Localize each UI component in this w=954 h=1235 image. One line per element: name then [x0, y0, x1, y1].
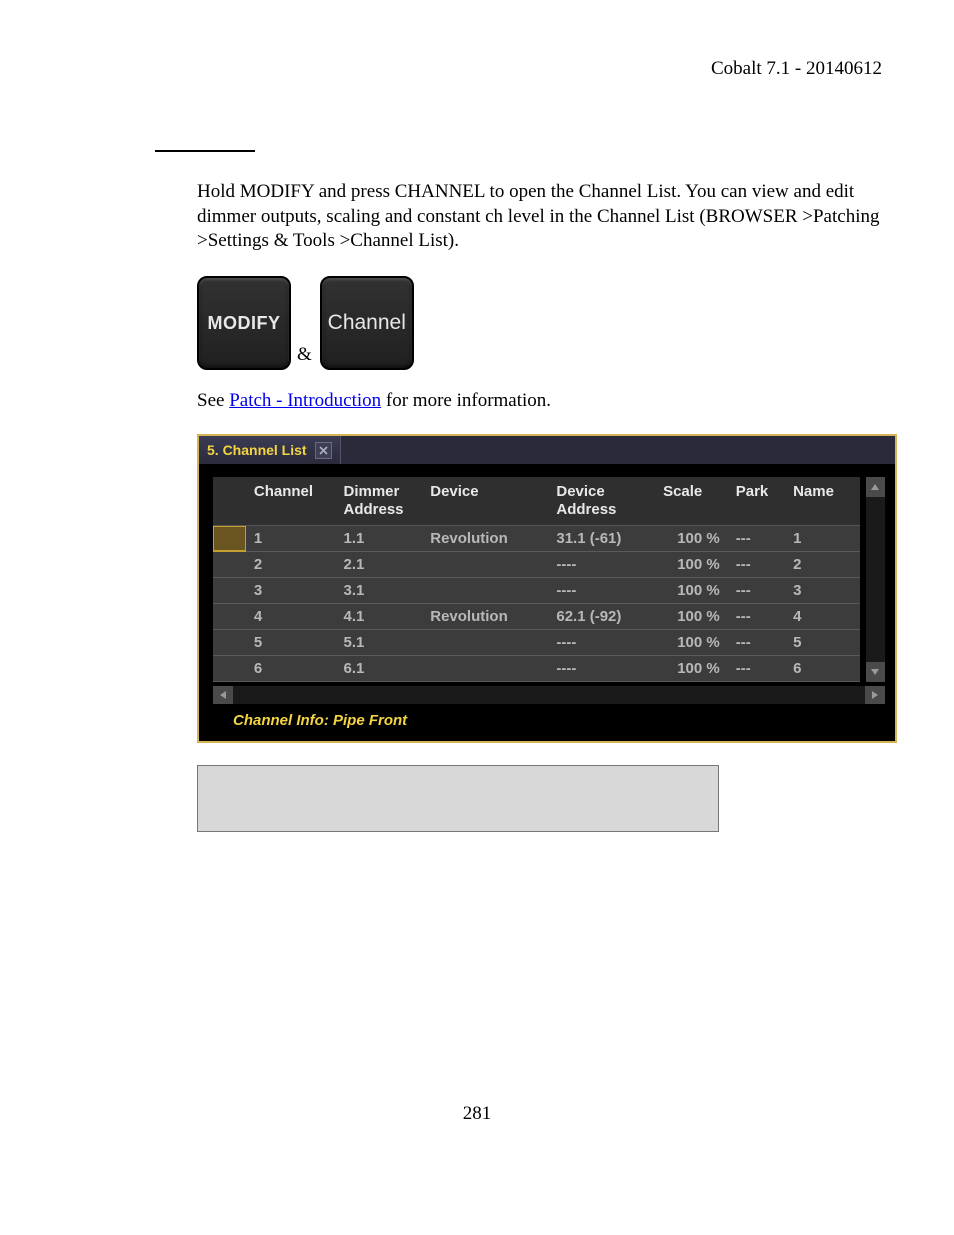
cell[interactable]: 6.1 — [336, 656, 423, 682]
cell[interactable]: 5 — [785, 630, 860, 656]
channel-key-label: Channel — [328, 311, 406, 335]
scroll-up-icon[interactable] — [866, 477, 885, 497]
cell[interactable]: 2.1 — [336, 552, 423, 578]
cell[interactable]: 4.1 — [336, 604, 423, 630]
cell[interactable]: 5 — [246, 630, 336, 656]
table-row[interactable]: 55.1----100 %---5 — [213, 630, 860, 656]
modify-key-label: MODIFY — [208, 313, 281, 334]
cell[interactable]: --- — [728, 552, 785, 578]
cell[interactable] — [213, 552, 246, 578]
table-row[interactable]: 22.1----100 %---2 — [213, 552, 860, 578]
cell[interactable] — [422, 552, 548, 578]
col-park[interactable]: Park — [728, 477, 785, 526]
cell[interactable] — [213, 604, 246, 630]
cell[interactable]: 4 — [785, 604, 860, 630]
doc-title: Cobalt 7.1 - 20140612 — [711, 58, 882, 79]
cell[interactable]: 100 % — [655, 526, 728, 552]
doc-header: Cobalt 7.1 - 20140612 — [72, 58, 882, 80]
vertical-scrollbar[interactable] — [866, 477, 885, 682]
cell[interactable]: Revolution — [422, 604, 548, 630]
cell[interactable]: ---- — [548, 552, 655, 578]
cell[interactable] — [213, 630, 246, 656]
cell[interactable]: 1 — [246, 526, 336, 552]
cell[interactable]: 1.1 — [336, 526, 423, 552]
scroll-left-icon[interactable] — [213, 686, 233, 704]
cell[interactable]: 6 — [785, 656, 860, 682]
cell[interactable]: ---- — [548, 578, 655, 604]
cell[interactable] — [422, 578, 548, 604]
cell[interactable]: --- — [728, 604, 785, 630]
patch-intro-link[interactable]: Patch - Introduction — [229, 390, 381, 411]
cell[interactable]: 62.1 (-92) — [548, 604, 655, 630]
modify-key: MODIFY — [197, 276, 291, 370]
see-prefix: See — [197, 390, 229, 411]
cell[interactable]: --- — [728, 656, 785, 682]
placeholder-box — [197, 765, 719, 832]
tab-title: 5. Channel List — [207, 442, 307, 458]
scroll-down-icon[interactable] — [866, 662, 885, 682]
scroll-right-icon[interactable] — [865, 686, 885, 704]
cell[interactable]: 3 — [246, 578, 336, 604]
col-scale[interactable]: Scale — [655, 477, 728, 526]
table-row[interactable]: 66.1----100 %---6 — [213, 656, 860, 682]
cell[interactable]: 2 — [246, 552, 336, 578]
table-header-row: Channel Dimmer Address Device Device Add… — [213, 477, 860, 526]
cell[interactable]: 3 — [785, 578, 860, 604]
cell[interactable]: ---- — [548, 630, 655, 656]
see-line: See Patch - Introduction for more inform… — [197, 390, 882, 412]
cell[interactable] — [422, 656, 548, 682]
cell[interactable]: 1 — [785, 526, 860, 552]
channel-list-panel: 5. Channel List Channel Dimmer Address — [197, 434, 897, 743]
channel-info-label: Channel Info: Pipe Front — [213, 704, 885, 731]
cell[interactable]: 5.1 — [336, 630, 423, 656]
cell[interactable]: 100 % — [655, 578, 728, 604]
col-dimmer[interactable]: Dimmer Address — [336, 477, 423, 526]
intro-paragraph: Hold MODIFY and press CHANNEL to open th… — [197, 180, 882, 254]
cell[interactable]: 6 — [246, 656, 336, 682]
cell[interactable]: 100 % — [655, 656, 728, 682]
channel-key: Channel — [320, 276, 414, 370]
page-number: 281 — [0, 1103, 954, 1125]
cell[interactable]: ---- — [548, 656, 655, 682]
panel-body: Channel Dimmer Address Device Device Add… — [199, 465, 895, 741]
panel-tab-bar: 5. Channel List — [199, 436, 895, 465]
close-icon[interactable] — [315, 442, 332, 459]
section-rule — [155, 150, 255, 152]
cell[interactable]: Revolution — [422, 526, 548, 552]
vscroll-track[interactable] — [866, 497, 885, 662]
cell[interactable]: 100 % — [655, 630, 728, 656]
channel-table: Channel Dimmer Address Device Device Add… — [213, 477, 860, 682]
cell[interactable] — [422, 630, 548, 656]
col-channel[interactable]: Channel — [246, 477, 336, 526]
see-suffix: for more information. — [381, 390, 551, 411]
table-row[interactable]: 11.1Revolution31.1 (-61)100 %---1 — [213, 526, 860, 552]
col-devaddr[interactable]: Device Address — [548, 477, 655, 526]
cell[interactable]: 2 — [785, 552, 860, 578]
cell[interactable]: --- — [728, 578, 785, 604]
col-name[interactable]: Name — [785, 477, 860, 526]
cell[interactable] — [213, 656, 246, 682]
cell[interactable]: 100 % — [655, 604, 728, 630]
col-gutter — [213, 477, 246, 526]
horizontal-scrollbar[interactable] — [213, 686, 885, 704]
cell[interactable]: --- — [728, 526, 785, 552]
table-row[interactable]: 44.1Revolution62.1 (-92)100 %---4 — [213, 604, 860, 630]
cell[interactable]: 100 % — [655, 552, 728, 578]
channel-list-tab[interactable]: 5. Channel List — [199, 436, 341, 464]
cell[interactable] — [213, 526, 246, 552]
cell[interactable]: 4 — [246, 604, 336, 630]
col-device[interactable]: Device — [422, 477, 548, 526]
table-row[interactable]: 33.1----100 %---3 — [213, 578, 860, 604]
cell[interactable]: 31.1 (-61) — [548, 526, 655, 552]
hscroll-track[interactable] — [233, 686, 865, 704]
cell[interactable] — [213, 578, 246, 604]
cell[interactable]: --- — [728, 630, 785, 656]
ampersand: & — [297, 344, 312, 366]
key-combo: MODIFY & Channel — [197, 276, 882, 370]
cell[interactable]: 3.1 — [336, 578, 423, 604]
